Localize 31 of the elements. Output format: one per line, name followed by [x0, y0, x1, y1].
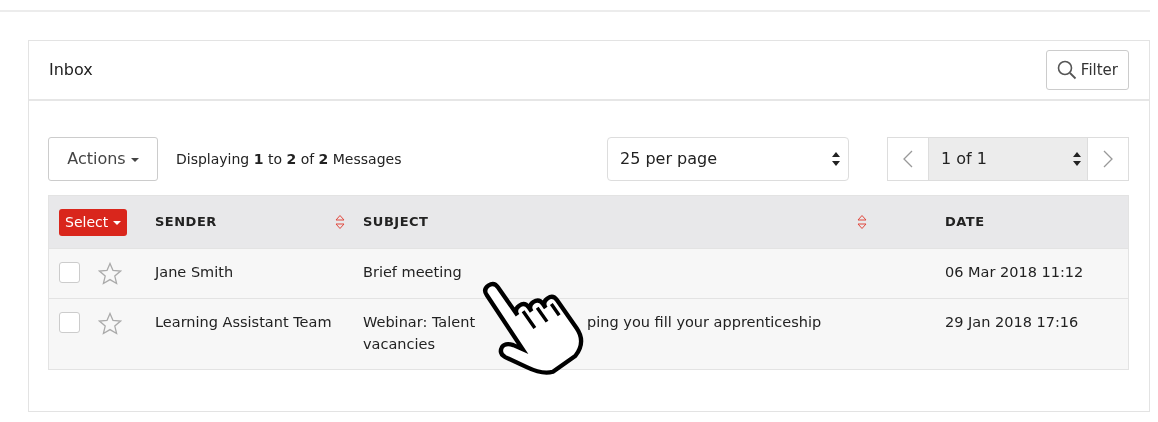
- search-icon: [1056, 60, 1077, 80]
- actions-button[interactable]: Actions: [48, 137, 158, 181]
- subject-text[interactable]: Brief meeting: [363, 262, 462, 284]
- next-page-button[interactable]: [1087, 137, 1129, 181]
- message-count-text: Displaying 1 to 2 of 2 Messages: [176, 149, 402, 169]
- column-header: DATE: [945, 214, 985, 230]
- date-text: 06 Mar 2018 11:12: [945, 264, 1084, 280]
- per-page-select[interactable]: 25 per page: [607, 137, 849, 181]
- filter-button[interactable]: Filter: [1045, 50, 1129, 90]
- sender-name: Jane Smith: [155, 263, 234, 282]
- date-text: 29 Jan 2018 17:16: [945, 314, 1079, 330]
- subject-text[interactable]: Webinar: Talent: [363, 312, 476, 334]
- caret-icon: [112, 220, 121, 225]
- page-select[interactable]: 1 of 1: [929, 137, 1087, 181]
- sort-arrows-icon: [832, 152, 840, 166]
- chevron-left-icon: [903, 150, 913, 168]
- row-checkbox[interactable]: [59, 262, 80, 283]
- star-icon[interactable]: [98, 262, 122, 285]
- star-icon[interactable]: [98, 312, 122, 335]
- sender-name: Learning Assistant Team: [155, 313, 332, 332]
- previous-page-button[interactable]: [887, 137, 929, 181]
- row-checkbox[interactable]: [59, 312, 80, 333]
- sort-arrows-icon: [1073, 152, 1081, 166]
- select-button[interactable]: Select: [59, 208, 127, 236]
- caret-icon: [130, 157, 139, 162]
- sort-column-header[interactable]: SUBJECT: [363, 212, 429, 232]
- sort-column-header[interactable]: SENDER: [155, 212, 217, 232]
- subject-text[interactable]: ping you fill your apprenticeship: [587, 312, 822, 334]
- panel-title: Inbox: [49, 59, 93, 81]
- subject-text[interactable]: vacancies: [363, 333, 435, 356]
- chevron-right-icon: [1103, 150, 1113, 168]
